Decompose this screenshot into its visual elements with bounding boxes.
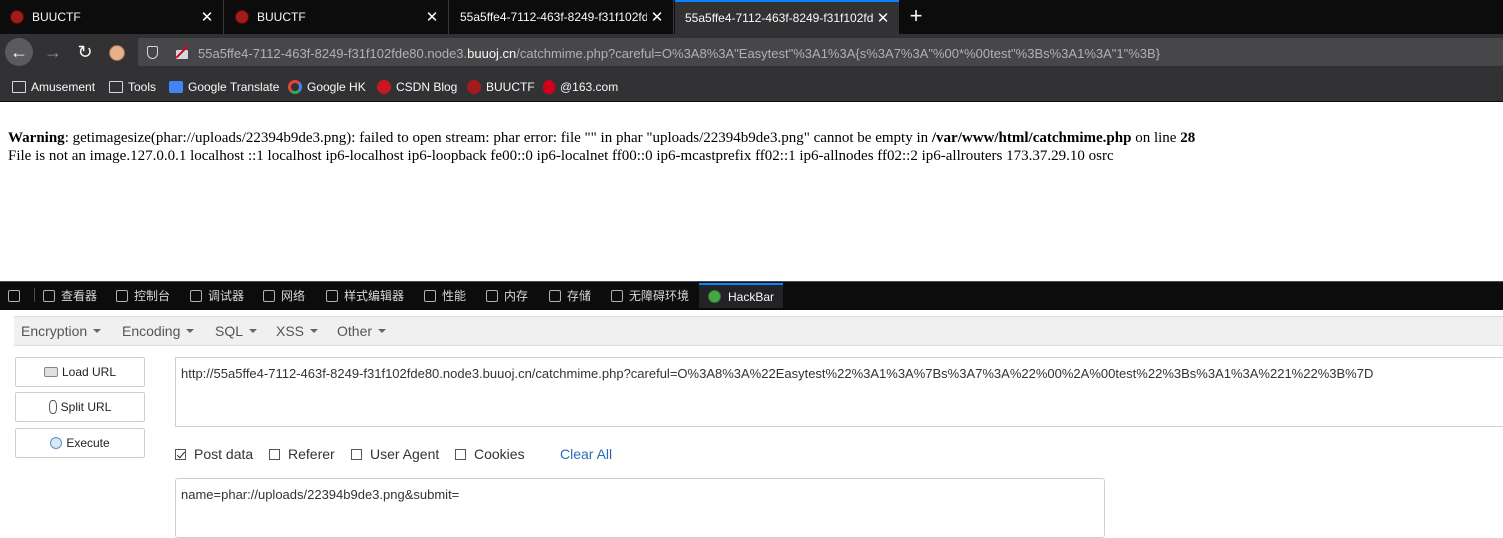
profile-avatar-icon[interactable] [109,45,125,61]
google-translate-icon [169,81,183,93]
buuctf-favicon-icon [235,10,249,24]
inspector-icon [43,289,55,302]
tab-title: 55a5ffe4-7112-463f-8249-f31f102fd [685,11,873,25]
tab-title: BUUCTF [32,10,81,24]
reload-icon[interactable]: ↻ [71,38,99,66]
execute-button[interactable]: Execute [15,428,145,458]
bookmark-tools[interactable]: Tools [109,79,156,95]
browser-tab[interactable]: 55a5ffe4-7112-463f-8249-f31f102fd ✕ [450,0,674,34]
debugger-icon [190,289,202,302]
devtools-tab-debugger[interactable]: 调试器 [190,283,244,308]
devtools-tab-style-editor[interactable]: 样式编辑器 [326,283,404,308]
caret-down-icon [93,329,102,333]
checkbox-icon[interactable] [351,448,362,460]
execute-icon [50,437,63,449]
url-textarea-value[interactable]: http://55a5ffe4-7112-463f-8249-f31f102fd… [181,366,1373,381]
close-tab-icon[interactable]: ✕ [647,8,667,26]
bookmark-google-translate[interactable]: Google Translate [169,79,279,95]
forward-arrow-icon[interactable]: → [39,38,67,66]
post-data-checkbox[interactable]: Post data [175,446,253,462]
tracking-shield-icon[interactable] [147,46,158,59]
folder-icon [12,81,26,93]
bookmark-google-hk[interactable]: Google HK [288,79,366,95]
close-tab-icon[interactable]: ✕ [422,8,442,26]
devtools-tab-hackbar[interactable]: HackBar [699,283,784,308]
page-output-text: File is not an image.127.0.0.1 localhost… [8,148,1114,164]
devtools-tab-memory[interactable]: 内存 [486,283,528,308]
buuctf-favicon-icon [10,10,24,24]
load-url-icon [43,367,58,377]
tab-title: BUUCTF [257,10,306,24]
google-icon [288,80,302,94]
devtools-tab-storage[interactable]: 存储 [549,283,591,308]
browser-tab-active[interactable]: 55a5ffe4-7112-463f-8249-f31f102fd ✕ [675,0,899,34]
checkbox-icon[interactable] [455,448,466,460]
checkbox-checked-icon[interactable] [175,448,186,460]
caret-down-icon [378,329,387,333]
close-tab-icon[interactable]: ✕ [197,8,217,26]
load-url-button[interactable]: Load URL [15,357,145,387]
split-url-icon [48,400,57,414]
browser-tab[interactable]: BUUCTF ✕ [225,0,449,34]
devtools-tab-performance[interactable]: 性能 [424,283,466,308]
element-picker-icon[interactable] [8,283,20,308]
new-tab-plus-icon[interactable]: + [905,4,927,28]
style-editor-icon [326,289,338,302]
memory-icon [486,289,498,302]
toolbar-divider [34,288,35,302]
back-arrow-icon[interactable]: ← [5,38,33,66]
bookmark-buuctf[interactable]: BUUCTF [467,79,535,95]
address-bar-url[interactable]: 55a5ffe4-7112-463f-8249-f31f102fde80.nod… [198,46,1160,61]
user-agent-checkbox[interactable]: User Agent [351,446,439,462]
menu-xss[interactable]: XSS [276,323,319,339]
menu-other[interactable]: Other [337,323,387,339]
devtools-tab-network[interactable]: 网络 [263,283,305,308]
caret-down-icon [249,329,258,333]
csdn-icon [377,80,391,94]
devtools-tab-inspector[interactable]: 查看器 [43,283,97,308]
console-icon [116,289,128,302]
hackbar-icon [708,290,721,303]
caret-down-icon [310,329,319,333]
php-warning-message: Warning: getimagesize(phar://uploads/223… [8,130,1196,146]
buuctf-icon [467,80,481,94]
clear-all-link[interactable]: Clear All [560,446,612,462]
menu-sql[interactable]: SQL [215,323,258,339]
close-tab-icon[interactable]: ✕ [873,9,893,27]
network-icon [263,289,275,302]
browser-tab[interactable]: BUUCTF ✕ [0,0,224,34]
menu-encoding[interactable]: Encoding [122,323,195,339]
bookmark-csdn-blog[interactable]: CSDN Blog [377,79,457,95]
tab-title: 55a5ffe4-7112-463f-8249-f31f102fd [460,10,647,24]
referer-checkbox[interactable]: Referer [269,446,335,462]
devtools-tab-console[interactable]: 控制台 [116,283,170,308]
bookmark-amusement[interactable]: Amusement [12,79,95,95]
checkbox-icon[interactable] [269,448,280,460]
mail-icon [543,80,555,94]
menu-encryption[interactable]: Encryption [21,323,102,339]
folder-icon [109,81,123,93]
insecure-lock-icon[interactable] [175,45,189,59]
split-url-button[interactable]: Split URL [15,392,145,422]
bookmark-163-mail[interactable]: @163.com [543,79,618,95]
performance-icon [424,289,436,302]
accessibility-icon [611,289,623,302]
caret-down-icon [186,329,195,333]
storage-icon [549,289,561,302]
post-data-value[interactable]: name=phar://uploads/22394b9de3.png&submi… [181,487,459,502]
devtools-tab-accessibility[interactable]: 无障碍环境 [611,283,689,308]
cookies-checkbox[interactable]: Cookies [455,446,525,462]
